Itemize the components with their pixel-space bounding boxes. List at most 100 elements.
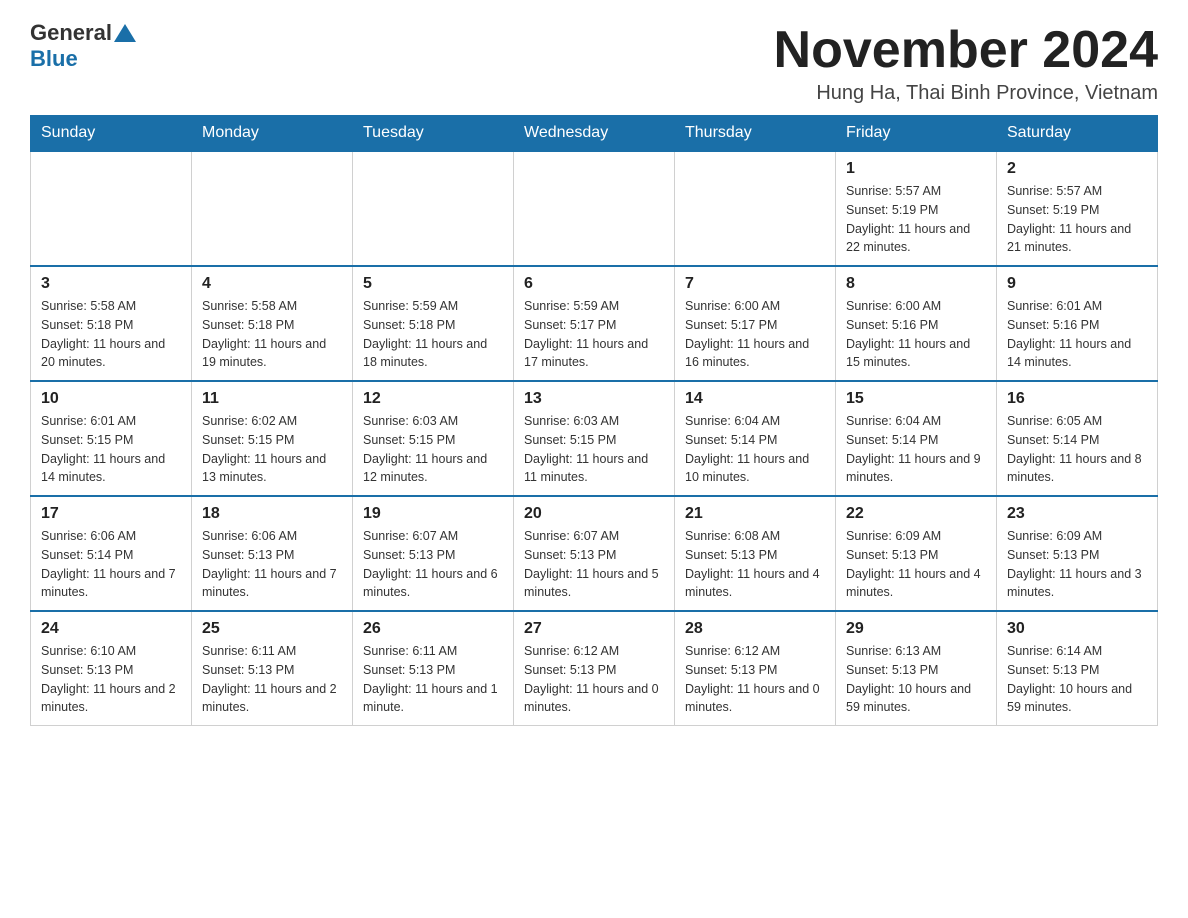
day-cell: 15Sunrise: 6:04 AMSunset: 5:14 PMDayligh… xyxy=(836,381,997,496)
day-cell xyxy=(192,151,353,266)
day-info: Sunrise: 5:58 AMSunset: 5:18 PMDaylight:… xyxy=(41,297,181,372)
day-number: 8 xyxy=(846,275,986,293)
day-cell: 20 Sunrise: 6:07 AMSunset: 5:13 PMDayligh… xyxy=(514,496,675,611)
day-number: 12 xyxy=(363,390,503,408)
header-tuesday: Tuesday xyxy=(353,116,514,152)
day-info: Sunrise: 6:02 AMSunset: 5:15 PMDaylight:… xyxy=(202,412,342,487)
day-cell: 12Sunrise: 6:03 AMSunset: 5:15 PMDayligh… xyxy=(353,381,514,496)
day-cell: 24Sunrise: 6:10 AMSunset: 5:13 PMDayligh… xyxy=(31,611,192,726)
day-cell: 25Sunrise: 6:11 AMSunset: 5:13 PMDayligh… xyxy=(192,611,353,726)
weekday-row: Sunday Monday Tuesday Wednesday Thursday… xyxy=(31,116,1158,152)
day-cell: 23Sunrise: 6:09 AMSunset: 5:13 PMDayligh… xyxy=(997,496,1158,611)
day-info: Sunrise: 6:04 AMSunset: 5:14 PMDaylight:… xyxy=(846,412,986,487)
day-cell: 17 Sunrise: 6:06 AMSunset: 5:14 PMDayligh… xyxy=(31,496,192,611)
day-info: Sunrise: 6:09 AMSunset: 5:13 PMDaylight:… xyxy=(846,527,986,602)
calendar-table: Sunday Monday Tuesday Wednesday Thursday… xyxy=(30,115,1158,726)
header-monday: Monday xyxy=(192,116,353,152)
day-cell: 6 Sunrise: 5:59 AMSunset: 5:17 PMDaylight… xyxy=(514,266,675,381)
header-saturday: Saturday xyxy=(997,116,1158,152)
day-number: 18 xyxy=(202,505,342,523)
day-info: Sunrise: 6:05 AMSunset: 5:14 PMDaylight:… xyxy=(1007,412,1147,487)
day-info: Sunrise: 6:07 AMSunset: 5:13 PMDaylight:… xyxy=(524,527,664,602)
day-number: 10 xyxy=(41,390,181,408)
header-friday: Friday xyxy=(836,116,997,152)
day-cell: 3 Sunrise: 5:58 AMSunset: 5:18 PMDaylight… xyxy=(31,266,192,381)
day-number: 1 xyxy=(846,160,986,178)
day-number: 19 xyxy=(363,505,503,523)
day-cell: 7 Sunrise: 6:00 AMSunset: 5:17 PMDaylight… xyxy=(675,266,836,381)
day-cell xyxy=(675,151,836,266)
day-cell: 22 Sunrise: 6:09 AMSunset: 5:13 PMDayligh… xyxy=(836,496,997,611)
day-number: 11 xyxy=(202,390,342,408)
day-info: Sunrise: 5:59 AMSunset: 5:17 PMDaylight:… xyxy=(524,297,664,372)
day-info: Sunrise: 6:06 AMSunset: 5:13 PMDaylight:… xyxy=(202,527,342,602)
week-row-3: 17 Sunrise: 6:06 AMSunset: 5:14 PMDayligh… xyxy=(31,496,1158,611)
day-info: Sunrise: 5:58 AMSunset: 5:18 PMDaylight:… xyxy=(202,297,342,372)
day-cell: 9 Sunrise: 6:01 AMSunset: 5:16 PMDaylight… xyxy=(997,266,1158,381)
week-row-1: 3 Sunrise: 5:58 AMSunset: 5:18 PMDaylight… xyxy=(31,266,1158,381)
day-info: Sunrise: 6:11 AMSunset: 5:13 PMDaylight:… xyxy=(363,642,503,717)
header-wednesday: Wednesday xyxy=(514,116,675,152)
week-row-0: 1 Sunrise: 5:57 AMSunset: 5:19 PMDaylight… xyxy=(31,151,1158,266)
day-cell: 5Sunrise: 5:59 AMSunset: 5:18 PMDaylight… xyxy=(353,266,514,381)
day-number: 4 xyxy=(202,275,342,293)
logo-general-text: General xyxy=(30,20,112,46)
logo: General Blue xyxy=(30,20,136,72)
day-number: 6 xyxy=(524,275,664,293)
day-number: 16 xyxy=(1007,390,1147,408)
header-thursday: Thursday xyxy=(675,116,836,152)
day-cell: 30 Sunrise: 6:14 AMSunset: 5:13 PMDayligh… xyxy=(997,611,1158,726)
day-cell: 13Sunrise: 6:03 AMSunset: 5:15 PMDayligh… xyxy=(514,381,675,496)
day-number: 21 xyxy=(685,505,825,523)
day-info: Sunrise: 6:07 AMSunset: 5:13 PMDaylight:… xyxy=(363,527,503,602)
header-sunday: Sunday xyxy=(31,116,192,152)
day-cell: 1 Sunrise: 5:57 AMSunset: 5:19 PMDaylight… xyxy=(836,151,997,266)
day-info: Sunrise: 6:06 AMSunset: 5:14 PMDaylight:… xyxy=(41,527,181,602)
day-info: Sunrise: 6:00 AMSunset: 5:17 PMDaylight:… xyxy=(685,297,825,372)
logo-blue-text: Blue xyxy=(30,46,78,71)
day-cell: 18 Sunrise: 6:06 AMSunset: 5:13 PMDayligh… xyxy=(192,496,353,611)
day-number: 2 xyxy=(1007,160,1147,178)
day-info: Sunrise: 5:59 AMSunset: 5:18 PMDaylight:… xyxy=(363,297,503,372)
day-info: Sunrise: 6:14 AMSunset: 5:13 PMDaylight:… xyxy=(1007,642,1147,717)
day-info: Sunrise: 5:57 AMSunset: 5:19 PMDaylight:… xyxy=(846,182,986,257)
day-info: Sunrise: 6:13 AMSunset: 5:13 PMDaylight:… xyxy=(846,642,986,717)
day-cell: 19 Sunrise: 6:07 AMSunset: 5:13 PMDayligh… xyxy=(353,496,514,611)
day-info: Sunrise: 6:04 AMSunset: 5:14 PMDaylight:… xyxy=(685,412,825,487)
day-number: 20 xyxy=(524,505,664,523)
calendar-body: 1 Sunrise: 5:57 AMSunset: 5:19 PMDaylight… xyxy=(31,151,1158,726)
day-cell: 27 Sunrise: 6:12 AMSunset: 5:13 PMDayligh… xyxy=(514,611,675,726)
day-number: 9 xyxy=(1007,275,1147,293)
day-cell: 28Sunrise: 6:12 AMSunset: 5:13 PMDayligh… xyxy=(675,611,836,726)
day-number: 17 xyxy=(41,505,181,523)
day-number: 7 xyxy=(685,275,825,293)
day-number: 26 xyxy=(363,620,503,638)
day-info: Sunrise: 6:01 AMSunset: 5:15 PMDaylight:… xyxy=(41,412,181,487)
day-number: 30 xyxy=(1007,620,1147,638)
day-number: 3 xyxy=(41,275,181,293)
day-info: Sunrise: 6:01 AMSunset: 5:16 PMDaylight:… xyxy=(1007,297,1147,372)
day-number: 24 xyxy=(41,620,181,638)
day-info: Sunrise: 6:12 AMSunset: 5:13 PMDaylight:… xyxy=(685,642,825,717)
day-cell: 10 Sunrise: 6:01 AMSunset: 5:15 PMDayligh… xyxy=(31,381,192,496)
calendar-subtitle: Hung Ha, Thai Binh Province, Vietnam xyxy=(774,82,1158,105)
day-info: Sunrise: 6:11 AMSunset: 5:13 PMDaylight:… xyxy=(202,642,342,717)
day-info: Sunrise: 6:12 AMSunset: 5:13 PMDaylight:… xyxy=(524,642,664,717)
calendar-header: Sunday Monday Tuesday Wednesday Thursday… xyxy=(31,116,1158,152)
day-cell: 29 Sunrise: 6:13 AMSunset: 5:13 PMDayligh… xyxy=(836,611,997,726)
day-cell: 14Sunrise: 6:04 AMSunset: 5:14 PMDayligh… xyxy=(675,381,836,496)
day-cell: 26 Sunrise: 6:11 AMSunset: 5:13 PMDayligh… xyxy=(353,611,514,726)
day-number: 22 xyxy=(846,505,986,523)
day-number: 23 xyxy=(1007,505,1147,523)
day-cell: 21Sunrise: 6:08 AMSunset: 5:13 PMDayligh… xyxy=(675,496,836,611)
day-cell: 11 Sunrise: 6:02 AMSunset: 5:15 PMDayligh… xyxy=(192,381,353,496)
day-cell xyxy=(353,151,514,266)
day-number: 13 xyxy=(524,390,664,408)
day-number: 27 xyxy=(524,620,664,638)
week-row-4: 24Sunrise: 6:10 AMSunset: 5:13 PMDayligh… xyxy=(31,611,1158,726)
day-info: Sunrise: 6:00 AMSunset: 5:16 PMDaylight:… xyxy=(846,297,986,372)
title-block: November 2024 Hung Ha, Thai Binh Provinc… xyxy=(774,20,1158,105)
day-number: 29 xyxy=(846,620,986,638)
week-row-2: 10 Sunrise: 6:01 AMSunset: 5:15 PMDayligh… xyxy=(31,381,1158,496)
logo-triangle-icon xyxy=(114,22,136,44)
